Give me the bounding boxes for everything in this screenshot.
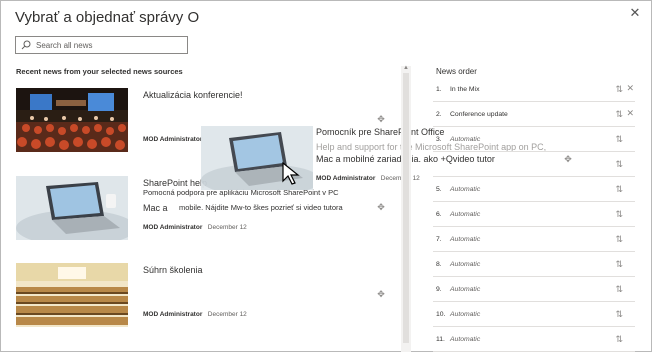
news-meta: MOD Administrator December 12 [143,311,247,318]
order-number: 6. [436,210,442,218]
news-date: December 12 [207,224,247,231]
news-thumbnail-laptop [16,176,128,240]
sort-arrows-icon[interactable]: ⇅ [615,259,623,270]
order-label: Automatic [450,285,481,293]
overlay-prefix: Mac a [143,203,168,213]
dialog-title: Vybrať a objednať správy O [15,9,200,26]
sort-arrows-icon[interactable]: ⇅ [615,209,623,220]
order-label: Conference update [450,110,508,118]
search-icon [21,40,31,50]
news-thumbnail-conference [16,88,128,152]
news-thumbnail-lecture-hall [16,263,128,327]
order-label: Automatic [450,210,481,218]
order-number: 2. [436,110,442,118]
order-number: 8. [436,260,442,268]
order-row[interactable]: 7. Automatic ⇅ [433,227,635,252]
move-icon[interactable]: ✥ [376,289,386,299]
news-order-heading: News order [436,67,477,76]
order-label: Automatic [450,310,481,318]
news-author: MOD Administrator [143,311,203,318]
news-meta: MOD Administrator [143,136,202,143]
sort-arrows-icon[interactable]: ⇅ [615,184,623,195]
sort-arrows-icon[interactable]: ⇅ [615,134,623,145]
sort-arrows-icon[interactable]: ⇅ [615,334,623,345]
order-row[interactable]: 6. Automatic ⇅ [433,202,635,227]
overlay-line: mobile. Nájdite Mw-to škes pozrieť si vi… [179,203,343,212]
ghost-author: MOD Administrator [316,175,376,182]
sort-arrows-icon[interactable]: ⇅ [615,309,623,320]
move-icon[interactable]: ✥ [376,202,386,212]
order-row[interactable]: 4. ⇅ [433,152,635,177]
order-number: 7. [436,235,442,243]
order-row[interactable]: 8. Automatic ⇅ [433,252,635,277]
recent-news-heading: Recent news from your selected news sour… [16,67,183,76]
news-title[interactable]: Súhrn školenia [143,265,203,275]
search-box[interactable] [15,36,188,54]
close-icon[interactable]: ✕ [626,108,634,119]
news-author: MOD Administrator [143,224,203,231]
scrollbar-thumb[interactable] [403,73,409,343]
close-icon[interactable]: ✕ [626,83,634,94]
sort-arrows-icon[interactable]: ⇅ [615,159,623,170]
mouse-cursor-icon [282,161,300,185]
ghost-title: Pomocník pre SharePoint Office [316,127,445,137]
order-row[interactable]: 1. In the Mix ⇅ ✕ [433,77,635,102]
order-label: Automatic [450,335,481,343]
order-label: Automatic [450,260,481,268]
order-number: 3. [436,135,442,143]
news-order-list: 1. In the Mix ⇅ ✕ 2. Conference update ⇅… [433,77,635,352]
search-input[interactable] [36,40,176,50]
order-label: In the Mix [450,85,480,93]
order-number: 10. [436,310,446,318]
scroll-up-icon[interactable]: ▲ [402,64,410,72]
news-meta: MOD Administrator December 12 [143,224,247,231]
sort-arrows-icon[interactable]: ⇅ [615,234,623,245]
order-row[interactable]: 3. Automatic ⇅ [433,127,635,152]
order-row[interactable]: 5. Automatic ⇅ [433,177,635,202]
sort-arrows-icon[interactable]: ⇅ [615,284,623,295]
order-label: Automatic [450,185,481,193]
news-date: December 12 [207,311,247,318]
order-label: Automatic [450,135,481,143]
order-row[interactable]: 2. Conference update ⇅ ✕ [433,102,635,127]
order-number: 11. [436,335,445,343]
order-label: Automatic [450,235,481,243]
order-number: 1. [436,85,442,93]
order-row[interactable]: 9. Automatic ⇅ [433,277,635,302]
news-item[interactable]: Súhrn školenia MOD Administrator Decembe… [16,263,388,333]
close-icon[interactable]: ✕ [627,5,643,21]
move-icon[interactable]: ✥ [376,114,386,124]
order-row[interactable]: 10. Automatic ⇅ [433,302,635,327]
news-order-dialog: Vybrať a objednať správy O ✕ Recent news… [0,0,652,352]
order-row[interactable]: 11. Automatic ⇅ [433,327,635,352]
sort-arrows-icon[interactable]: ⇅ [615,109,623,120]
order-number: 9. [436,285,442,293]
order-number: 5. [436,185,442,193]
sort-arrows-icon[interactable]: ⇅ [615,84,623,95]
news-title[interactable]: Aktualizácia konferencie! [143,90,243,100]
news-title[interactable]: SharePoint help [143,178,207,188]
news-author: MOD Administrator [143,136,203,143]
